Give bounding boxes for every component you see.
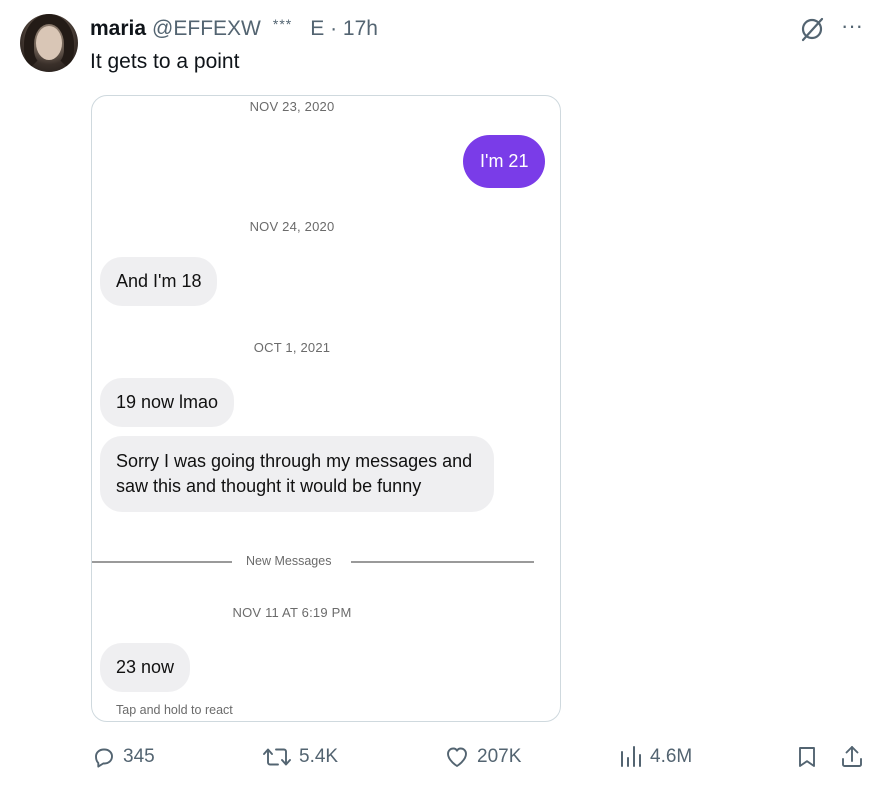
more-options-icon[interactable]: ···	[838, 15, 866, 40]
tweet-text: It gets to a point	[90, 50, 240, 73]
incoming-message: And I'm 18	[100, 257, 218, 306]
new-messages-divider-right	[351, 561, 534, 563]
repost-icon	[262, 745, 292, 769]
views-button[interactable]: 4.6M	[619, 740, 692, 774]
like-button[interactable]: 207K	[444, 740, 521, 774]
tweet-meta[interactable]: E · 17h	[310, 17, 378, 41]
share-button[interactable]	[840, 740, 864, 774]
repost-button[interactable]: 5.4K	[262, 740, 338, 774]
reply-icon	[92, 745, 116, 769]
incoming-message: 23 now	[100, 643, 191, 692]
date-label: NOV 24, 2020	[249, 219, 335, 234]
reply-button[interactable]: 345	[92, 740, 155, 774]
like-count: 207K	[477, 746, 522, 767]
date-label: NOV 23, 2020	[249, 99, 335, 114]
avatar[interactable]	[20, 14, 78, 72]
bookmark-button[interactable]	[796, 740, 818, 774]
repost-count: 5.4K	[299, 746, 339, 767]
display-name[interactable]: maria	[90, 17, 146, 41]
outgoing-message: I'm 21	[463, 135, 546, 188]
user-handle[interactable]: @EFFEXW	[152, 17, 261, 41]
tap-hint: Tap and hold to react	[116, 703, 233, 717]
date-label: NOV 11 AT 6:19 PM	[232, 605, 352, 620]
avatar-hair	[24, 14, 74, 72]
date-label: OCT 1, 2021	[253, 340, 331, 355]
reply-count: 345	[123, 746, 155, 767]
badge-text: ***	[272, 16, 293, 32]
new-messages-label: New Messages	[246, 554, 332, 568]
new-messages-divider-left	[92, 561, 232, 563]
slashed-circle-icon[interactable]	[799, 16, 825, 42]
tweet-header: maria @EFFEXW *** E · 17h	[90, 14, 378, 44]
views-count: 4.6M	[650, 746, 693, 767]
bookmark-icon	[796, 745, 818, 769]
views-icon	[619, 744, 643, 770]
tweet-actions: 345 5.4K 207K 4.6M	[0, 740, 882, 774]
media-card[interactable]: NOV 23, 2020 I'm 21 NOV 24, 2020 And I'm…	[91, 95, 561, 722]
incoming-message: Sorry I was going through my messages an…	[100, 436, 494, 512]
like-icon	[444, 745, 470, 769]
share-icon	[840, 744, 864, 770]
incoming-message: 19 now lmao	[100, 378, 235, 427]
